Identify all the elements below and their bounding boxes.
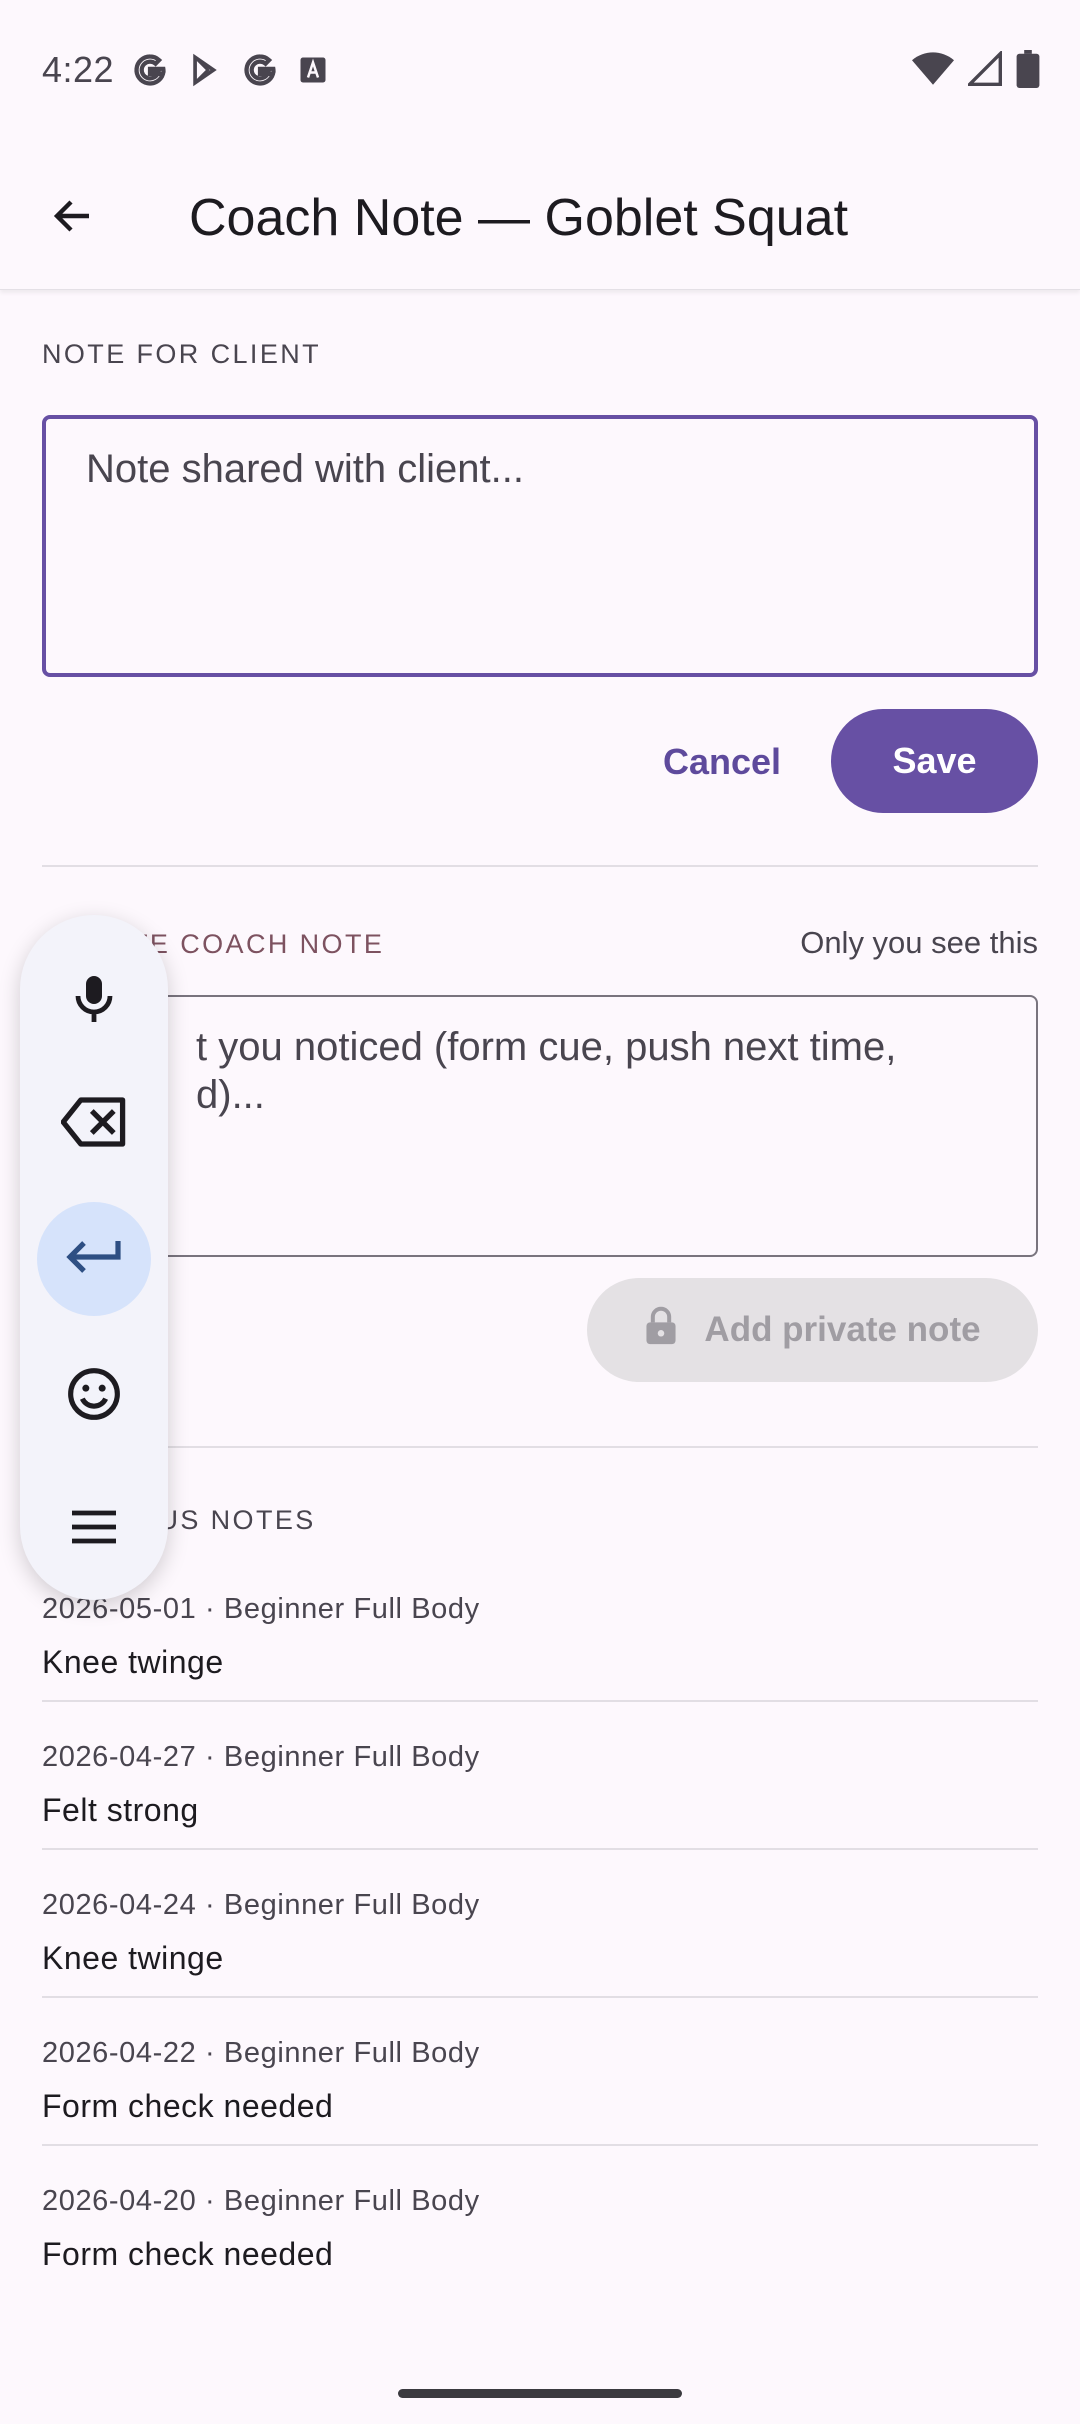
backspace-button[interactable] [37,1067,151,1181]
divider [42,1996,1038,1998]
play-store-icon [188,53,222,87]
note-text: Form check needed [42,2236,334,2272]
mic-button[interactable] [37,945,151,1059]
private-note-placeholder-line2: d)... [196,1073,265,1117]
note-meta: 2026-04-20 · Beginner Full Body [42,2185,480,2217]
save-button[interactable]: Save [831,709,1038,813]
list-item[interactable]: 2026-04-22 · Beginner Full Body Form che… [42,2037,1038,2125]
client-note-input[interactable]: Note shared with client... [42,415,1038,677]
note-text: Felt strong [42,1792,199,1828]
font-a-icon [298,55,328,85]
emoji-icon [66,1366,122,1427]
mic-icon [70,973,118,1032]
status-bar: 4:22 [0,0,1080,140]
divider [42,1700,1038,1702]
lock-icon [644,1306,678,1355]
note-meta: 2026-04-22 · Beginner Full Body [42,2037,480,2069]
add-private-note-label: Add private note [704,1310,981,1349]
note-text: Knee twinge [42,1644,224,1680]
list-item[interactable]: 2026-04-27 · Beginner Full Body Felt str… [42,1741,1038,1829]
arrow-back-icon [49,192,97,245]
note-text: Form check needed [42,2088,334,2124]
enter-button[interactable] [37,1202,151,1316]
app-bar: Coach Note — Goblet Squat [0,140,1080,290]
add-private-note-button[interactable]: Add private note [587,1278,1038,1382]
enter-icon [63,1237,125,1282]
divider [42,865,1038,867]
status-left-icons [132,52,328,88]
backspace-icon [60,1096,127,1152]
page-title: Coach Note — Goblet Squat [189,189,849,247]
private-note-placeholder-line1: t you noticed (form cue, push next time, [196,1025,897,1069]
divider [42,1848,1038,1850]
client-note-placeholder: Note shared with client... [86,447,524,491]
emoji-button[interactable] [37,1339,151,1453]
note-text: Knee twinge [42,1940,224,1976]
list-item[interactable]: 2026-04-24 · Beginner Full Body Knee twi… [42,1889,1038,1977]
menu-button[interactable] [37,1472,151,1586]
home-indicator[interactable] [398,2389,682,2398]
status-right-icons [912,49,1040,93]
private-note-placeholder: t you noticed (form cue, push next time,… [84,1023,996,1119]
google-g-icon [132,52,168,88]
wifi-icon [912,51,954,92]
divider [42,2144,1038,2146]
floating-keyboard-toolbar [20,915,168,1600]
note-meta: 2026-04-24 · Beginner Full Body [42,1889,480,1921]
client-note-label: NOTE FOR CLIENT [42,339,322,369]
cancel-button[interactable]: Cancel [663,741,781,783]
list-item[interactable]: 2026-04-20 · Beginner Full Body Form che… [42,2185,1038,2273]
cell-signal-icon [965,49,1002,92]
note-meta: 2026-04-27 · Beginner Full Body [42,1741,480,1773]
visibility-hint: Only you see this [800,925,1038,960]
private-note-input[interactable]: t you noticed (form cue, push next time,… [42,995,1038,1257]
battery-icon [1016,50,1040,93]
note-meta: 2026-05-01 · Beginner Full Body [42,1593,480,1625]
previous-notes-label-text: US NOTES [158,1505,316,1535]
back-button[interactable] [40,185,106,251]
menu-icon [69,1509,119,1550]
divider [42,1446,1038,1448]
google-g-icon [242,52,278,88]
status-time: 4:22 [42,49,115,90]
list-item[interactable]: 2026-05-01 · Beginner Full Body Knee twi… [42,1593,1038,1681]
